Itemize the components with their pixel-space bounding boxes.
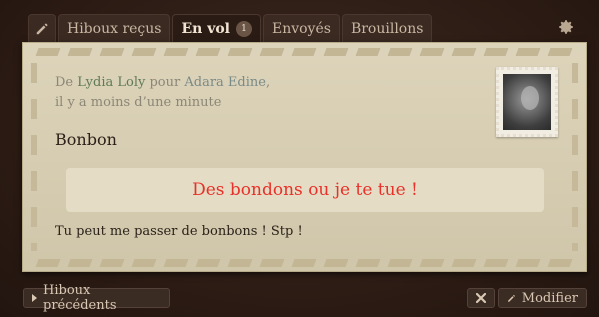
gear-icon[interactable] <box>557 18 575 36</box>
tab-drafts[interactable]: Brouillons <box>341 14 433 42</box>
tab-drafts-label: Brouillons <box>350 20 424 37</box>
edit-label: Modifier <box>521 290 578 306</box>
message-meta: De Lydia Loly pour Adara Edine, il y a m… <box>55 73 270 113</box>
from-prefix: De <box>55 75 74 90</box>
tab-sent[interactable]: Envoyés <box>262 14 340 42</box>
tab-bar: Hiboux reçus En vol 1 Envoyés Brouillons <box>28 14 434 42</box>
tab-received-label: Hiboux reçus <box>67 20 162 37</box>
in-flight-count-badge: 1 <box>235 20 252 37</box>
to-prefix: pour <box>149 75 181 90</box>
caret-right-icon <box>32 294 37 302</box>
envelope-border-top <box>35 48 574 56</box>
avatar <box>503 74 551 130</box>
message-subject: Bonbon <box>55 130 117 149</box>
delete-button[interactable] <box>467 288 495 308</box>
recipient-name-link[interactable]: Adara Edine <box>184 75 266 90</box>
close-icon <box>476 293 486 303</box>
tab-received[interactable]: Hiboux reçus <box>58 14 171 42</box>
edit-button[interactable]: Modifier <box>498 288 587 308</box>
envelope-border-bottom <box>35 259 574 267</box>
message-body: Tu peut me passer de bonbons ! Stp ! <box>55 224 303 239</box>
sender-name-link[interactable]: Lydia Loly <box>77 75 145 90</box>
tab-sent-label: Envoyés <box>271 20 331 37</box>
envelope-border-right <box>572 63 578 251</box>
message-time: il y a moins d’une minute <box>55 95 222 110</box>
sender-avatar-stamp[interactable] <box>496 67 558 137</box>
pencil-icon <box>36 22 48 34</box>
letter-card: De Lydia Loly pour Adara Edine, il y a m… <box>22 42 587 272</box>
sender-line: De Lydia Loly pour Adara Edine, <box>55 73 270 93</box>
previous-owls-button[interactable]: Hiboux précédents <box>23 283 170 313</box>
topbar: Hiboux reçus En vol 1 Envoyés Brouillons <box>0 0 599 42</box>
envelope-border-left <box>31 63 37 251</box>
pencil-icon <box>508 294 515 302</box>
tab-in-flight[interactable]: En vol 1 <box>172 14 261 42</box>
tab-in-flight-label: En vol <box>181 20 230 37</box>
compose-tab[interactable] <box>28 14 56 42</box>
message-highlight: Des bondons ou je te tue ! <box>66 168 544 212</box>
meta-comma: , <box>265 75 271 90</box>
previous-owls-label: Hiboux précédents <box>43 283 117 313</box>
